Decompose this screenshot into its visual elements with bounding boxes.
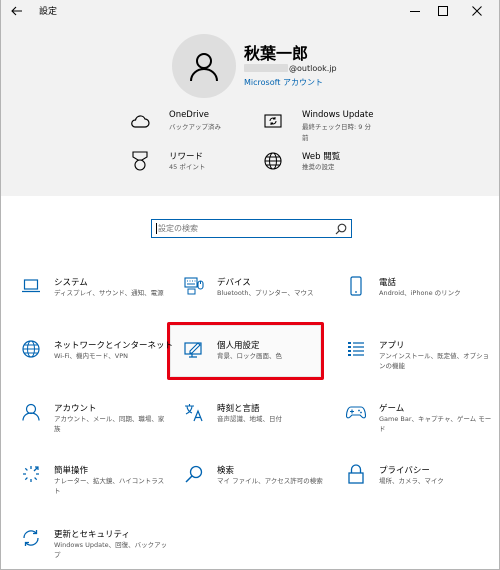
header-item-title: Web 閲覧 — [302, 152, 341, 162]
category-gaming[interactable]: ゲーム Game Bar、キャプチャ、ゲーム モード — [346, 402, 496, 442]
sync-icon — [21, 528, 41, 548]
laptop-icon — [21, 276, 41, 296]
header-item-title: OneDrive — [169, 110, 209, 120]
minimize-icon — [410, 11, 420, 12]
title-bar: 設定 — [1, 0, 499, 22]
category-personalization[interactable]: 個人用設定 背景、ロック画面、色 — [184, 339, 334, 379]
phone-icon — [346, 276, 366, 296]
header-item-web-browsing[interactable]: Web 閲覧 推奨の設定 — [262, 150, 382, 176]
header-item-onedrive[interactable]: OneDrive バックアップ済み — [129, 110, 249, 136]
header-item-subtitle: 45 ポイント — [169, 163, 206, 171]
update-icon — [262, 110, 284, 132]
header-item-subtitle: 最終チェック日時: 9 分 — [302, 123, 371, 131]
avatar[interactable] — [172, 34, 236, 98]
category-description: Bluetooth、プリンター、マウス — [217, 289, 314, 297]
globe-icon — [21, 339, 41, 359]
header-item-title: リワード — [169, 152, 204, 162]
gamepad-icon — [346, 402, 366, 422]
keyboard-icon — [184, 276, 204, 296]
back-button[interactable] — [7, 2, 27, 20]
cloud-icon — [129, 110, 151, 132]
category-title: 簡単操作 — [54, 466, 89, 476]
window-title: 設定 — [39, 7, 58, 17]
category-title: システム — [54, 278, 88, 288]
category-apps[interactable]: アプリ アンインストール、既定値、オプションの機能 — [346, 339, 496, 379]
header-item-subtitle-line2: 前 — [302, 134, 309, 142]
medal-icon — [129, 150, 151, 172]
category-description: Wi-Fi、機内モード、VPN — [54, 352, 128, 360]
text-caret — [156, 223, 157, 234]
category-network[interactable]: ネットワークとインターネット Wi-Fi、機内モード、VPN — [21, 339, 174, 379]
header-item-windows-update[interactable]: Windows Update 最終チェック日時: 9 分 前 — [262, 110, 382, 144]
globe-icon — [262, 150, 284, 172]
category-title: ゲーム — [379, 404, 405, 414]
category-title: 時刻と言語 — [217, 404, 260, 414]
header-item-subtitle: バックアップ済み — [169, 123, 221, 131]
user-email-domain: @outlook.jp — [289, 64, 337, 73]
language-icon — [184, 402, 204, 422]
minimize-button[interactable] — [401, 0, 429, 22]
header-item-title: Windows Update — [302, 110, 374, 120]
category-description: Android、iPhone のリンク — [379, 289, 461, 297]
search-icon[interactable] — [335, 223, 347, 235]
search-icon — [184, 464, 204, 484]
category-title: プライバシー — [379, 466, 430, 476]
category-title: 更新とセキュリティ — [54, 530, 130, 540]
category-system[interactable]: システム ディスプレイ、サウンド、通知、電源 — [21, 276, 171, 316]
category-description: 場所、カメラ、マイク — [379, 477, 444, 485]
category-phone[interactable]: 電話 Android、iPhone のリンク — [346, 276, 496, 316]
microsoft-account-link[interactable]: Microsoft アカウント — [244, 77, 323, 88]
category-description: ディスプレイ、サウンド、通知、電源 — [54, 289, 164, 297]
category-title: アカウント — [54, 404, 97, 414]
email-redaction — [244, 64, 288, 72]
back-arrow-icon — [11, 6, 22, 16]
header-item-subtitle: 推奨の設定 — [302, 163, 335, 171]
category-description: 音声認識、地域、日付 — [217, 415, 282, 423]
person-icon — [21, 402, 41, 422]
category-description: アンインストール、既定値、オプションの機能 — [379, 352, 490, 370]
search-box[interactable] — [151, 219, 352, 238]
category-search[interactable]: 検索 マイ ファイル、アクセス許可の検索 — [184, 464, 334, 504]
ease-of-access-icon — [21, 464, 41, 484]
lock-icon — [346, 464, 366, 484]
category-privacy[interactable]: プライバシー 場所、カメラ、マイク — [346, 464, 496, 504]
category-devices[interactable]: デバイス Bluetooth、プリンター、マウス — [184, 276, 334, 316]
category-description: Windows Update、回復、バックアップ — [54, 541, 168, 559]
apps-list-icon — [346, 339, 366, 359]
category-title: 個人用設定 — [217, 341, 260, 351]
settings-window: 設定 秋葉一郎 @outlook.jp Microsoft アカウント OneD… — [0, 0, 500, 570]
category-title: デバイス — [217, 278, 251, 288]
user-email: @outlook.jp — [244, 64, 337, 73]
category-title: 検索 — [217, 466, 235, 476]
category-description: 背景、ロック画面、色 — [217, 352, 282, 360]
category-title: アプリ — [379, 341, 405, 351]
category-description: ナレーター、拡大鏡、ハイコントラスト — [54, 477, 165, 495]
user-name: 秋葉一郎 — [244, 44, 309, 63]
category-update-security[interactable]: 更新とセキュリティ Windows Update、回復、バックアップ — [21, 528, 171, 568]
category-ease-of-access[interactable]: 簡単操作 ナレーター、拡大鏡、ハイコントラスト — [21, 464, 171, 504]
maximize-icon — [438, 6, 448, 16]
search-input[interactable] — [158, 220, 328, 237]
close-icon — [472, 6, 482, 16]
category-accounts[interactable]: アカウント アカウント、メール、同期、職場、家族 — [21, 402, 171, 442]
user-avatar-icon — [190, 53, 218, 82]
header-item-rewards[interactable]: リワード 45 ポイント — [129, 150, 249, 176]
category-description: マイ ファイル、アクセス許可の検索 — [217, 477, 323, 485]
category-title: ネットワークとインターネット — [54, 341, 174, 351]
header-panel: 秋葉一郎 @outlook.jp Microsoft アカウント OneDriv… — [1, 22, 499, 196]
maximize-button[interactable] — [429, 0, 457, 22]
category-time-language[interactable]: 時刻と言語 音声認識、地域、日付 — [184, 402, 334, 442]
close-button[interactable] — [463, 0, 491, 22]
category-title: 電話 — [379, 278, 397, 288]
category-description: Game Bar、キャプチャ、ゲーム モード — [379, 415, 492, 433]
personalize-icon — [184, 339, 204, 359]
category-description: アカウント、メール、同期、職場、家族 — [54, 415, 165, 433]
